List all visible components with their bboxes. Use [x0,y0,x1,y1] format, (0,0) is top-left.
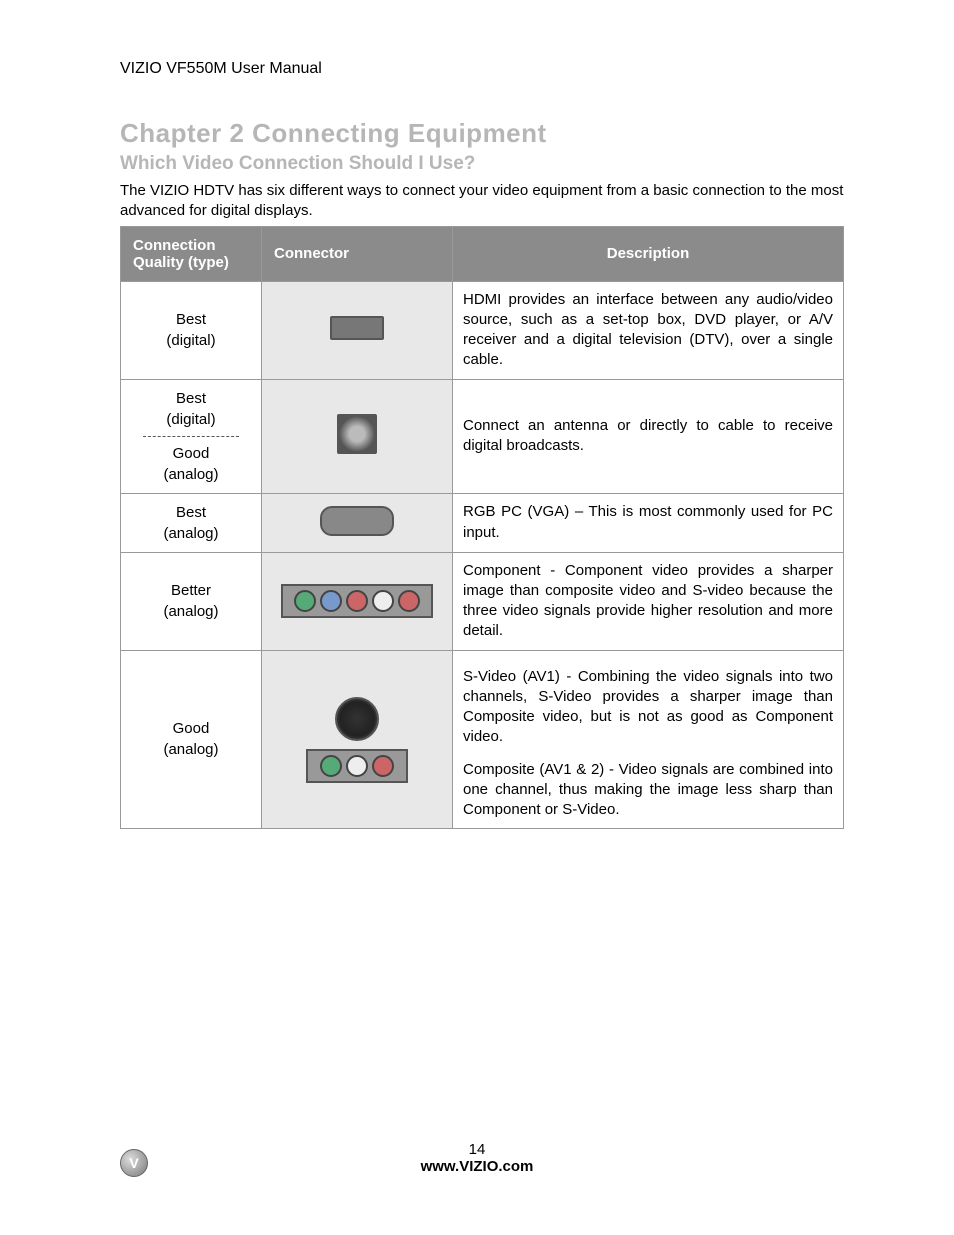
col-header-quality: Connection Quality (type) [121,226,262,281]
connector-cell [262,493,453,552]
description-cell: HDMI provides an interface between any a… [453,281,844,379]
table-row: Best (analog) RGB PC (VGA) – This is mos… [121,493,844,552]
jack-icon [346,590,368,612]
intro-paragraph: The VIZIO HDTV has six different ways to… [120,181,844,222]
quality-cell: Best (digital) Good (analog) [121,379,262,493]
quality-type: (analog) [163,525,218,542]
jack-icon [372,755,394,777]
quality-type: (digital) [166,332,215,349]
quality-label: Better [171,582,211,599]
connector-cell [262,281,453,379]
table-row: Better (analog) Component - Component vi… [121,552,844,650]
jack-icon [320,755,342,777]
jack-icon [346,755,368,777]
page-number: 14 [0,1141,954,1158]
dashed-separator [143,436,239,437]
col-header-description: Description [453,226,844,281]
jack-icon [320,590,342,612]
connector-cell [262,552,453,650]
connection-table: Connection Quality (type) Connector Desc… [120,226,844,830]
quality-label: Good [173,720,210,737]
page-header: VIZIO VF550M User Manual [120,60,844,78]
vga-connector-icon [320,506,394,536]
manual-page: VIZIO VF550M User Manual Chapter 2 Conne… [0,0,954,1235]
quality-type: (analog) [163,466,218,483]
description-composite: Composite (AV1 & 2) - Video signals are … [463,760,833,821]
quality-cell: Better (analog) [121,552,262,650]
composite-connector-icon [306,749,408,783]
quality-cell: Good (analog) [121,650,262,829]
quality-type: (analog) [163,603,218,620]
description-cell: Component - Component video provides a s… [453,552,844,650]
quality-label: Good [173,445,210,462]
quality-type: (analog) [163,741,218,758]
hdmi-connector-icon [330,316,384,340]
description-cell: S-Video (AV1) - Combining the video sign… [453,650,844,829]
section-subheading: Which Video Connection Should I Use? [120,153,844,175]
footer-url: www.VIZIO.com [421,1158,534,1175]
description-cell: RGB PC (VGA) – This is most commonly use… [453,493,844,552]
jack-icon [294,590,316,612]
svideo-connector-icon [335,697,379,741]
description-cell: Connect an antenna or directly to cable … [453,379,844,493]
jack-icon [372,590,394,612]
description-svideo: S-Video (AV1) - Combining the video sign… [463,667,833,748]
table-row: Good (analog) S-Video (AV1) - Combining … [121,650,844,829]
quality-label: Best [176,311,206,328]
quality-cell: Best (digital) [121,281,262,379]
connector-cell [262,379,453,493]
chapter-title: Chapter 2 Connecting Equipment [120,118,844,149]
col-header-connector: Connector [262,226,453,281]
quality-cell: Best (analog) [121,493,262,552]
quality-type: (digital) [166,411,215,428]
table-header-row: Connection Quality (type) Connector Desc… [121,226,844,281]
component-connector-icon [281,584,433,618]
jack-icon [398,590,420,612]
table-row: Best (digital) Good (analog) Connect an … [121,379,844,493]
connector-cell [262,650,453,829]
quality-label: Best [176,504,206,521]
table-row: Best (digital) HDMI provides an interfac… [121,281,844,379]
quality-label: Best [176,390,206,407]
coax-connector-icon [337,414,377,454]
page-footer: 14 www.VIZIO.com [0,1141,954,1175]
